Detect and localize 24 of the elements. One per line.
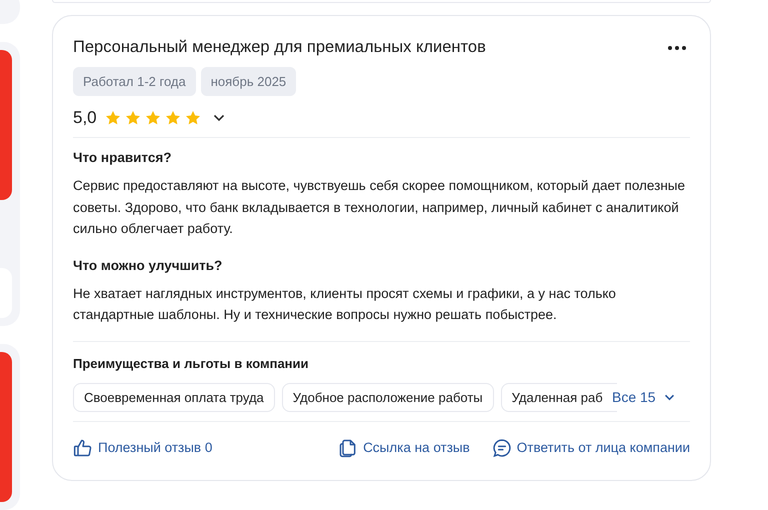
show-all-button[interactable]: Все 15 — [608, 385, 679, 409]
thumbs-up-icon — [73, 438, 93, 458]
copy-icon — [338, 438, 358, 458]
review-link[interactable]: Ссылка на отзыв — [338, 434, 470, 462]
star-icon — [164, 110, 181, 126]
section-text: Сервис предоставляют на высоте, чувствуешь себя скорее помощником, который дает полезные советы. Здорово, что банк вкладывается в технологии, например, личный кабинет с аналитикой сильно облегчает работу. — [73, 177, 686, 238]
tag: ноябрь 2025 — [200, 67, 296, 96]
section-heading: Что можно улучшить? — [73, 258, 224, 272]
star-icon — [144, 110, 161, 126]
review-title: Персональный менеджер для премиальных клиентов — [73, 38, 486, 57]
star-icon — [124, 110, 141, 126]
reply-link[interactable]: Ответить от лица компании — [492, 434, 690, 462]
helpful-button[interactable]: Полезный отзыв 0 — [73, 434, 212, 462]
benefits-heading: Преимущества и льготы в компании — [73, 356, 310, 370]
star-icon — [184, 110, 201, 126]
benefit-chip: Своевременная оплата труда — [73, 382, 275, 412]
benefit-chip: Удобное расположение работы — [282, 382, 494, 412]
rating-score: 5,0 — [73, 108, 97, 128]
chevron-icon — [664, 394, 675, 400]
star-icon — [104, 110, 121, 126]
section-text: Не хватает наглядных инструментов, клиенты просят схемы и графики, а у нас только стандартные шаблоны. Ну и технические вопросы нужно решать побыстрее. — [73, 284, 617, 324]
tag: Работал 1-2 года — [73, 67, 196, 96]
chat-icon — [492, 438, 512, 458]
section-heading: Что нравится? — [73, 150, 172, 165]
